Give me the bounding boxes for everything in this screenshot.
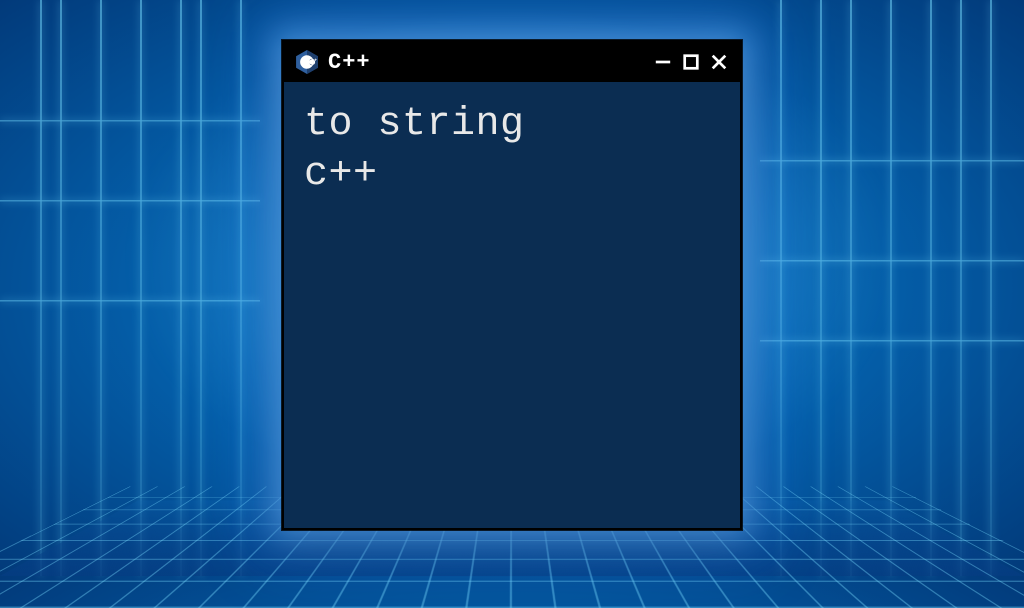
content-line-1: to string (304, 100, 720, 150)
close-icon (710, 53, 728, 71)
titlebar[interactable]: + + C++ (284, 42, 740, 82)
minimize-button[interactable] (652, 51, 674, 73)
svg-text:+: + (314, 57, 317, 62)
close-button[interactable] (708, 51, 730, 73)
minimize-icon (654, 53, 672, 71)
terminal-body: to string c++ (284, 82, 740, 218)
window-controls (652, 51, 730, 73)
cpp-logo-icon: + + (294, 49, 320, 75)
maximize-icon (682, 53, 700, 71)
terminal-window: + + C++ to string c++ (282, 40, 742, 530)
content-line-2: c++ (304, 150, 720, 200)
svg-text:+: + (311, 57, 314, 62)
maximize-button[interactable] (680, 51, 702, 73)
window-title: C++ (328, 50, 644, 75)
